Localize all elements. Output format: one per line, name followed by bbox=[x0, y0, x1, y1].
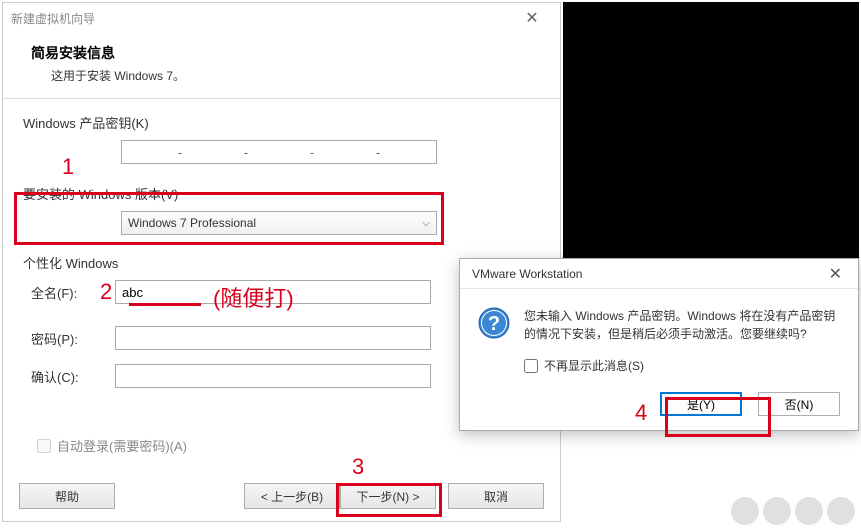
dialog-titlebar: VMware Workstation ✕ bbox=[460, 259, 858, 289]
version-select[interactable]: Windows 7 Professional ⌵ bbox=[121, 211, 437, 235]
dialog-text: 您未输入 Windows 产品密钥。Windows 将在没有产品密钥的情况下安装… bbox=[524, 307, 842, 343]
fullname-label: 全名(F): bbox=[23, 283, 115, 302]
password-input[interactable] bbox=[115, 326, 431, 350]
confirm-input[interactable] bbox=[115, 364, 431, 388]
help-button[interactable]: 帮助 bbox=[19, 483, 115, 509]
auto-login-row: 自动登录(需要密码)(A) bbox=[23, 436, 540, 455]
wizard-header-subtitle: 这用于安装 Windows 7。 bbox=[51, 67, 540, 84]
product-key-input[interactable]: - - - - bbox=[121, 140, 437, 164]
confirm-label: 确认(C): bbox=[23, 367, 115, 386]
suppress-checkbox[interactable] bbox=[524, 359, 538, 373]
dialog-footer: 是(Y) 否(N) bbox=[460, 382, 858, 430]
wizard-header: 简易安装信息 这用于安装 Windows 7。 bbox=[3, 33, 560, 99]
auto-login-label: 自动登录(需要密码)(A) bbox=[57, 436, 187, 455]
auto-login-checkbox bbox=[37, 439, 51, 453]
no-button[interactable]: 否(N) bbox=[758, 392, 840, 416]
wizard-header-title: 简易安装信息 bbox=[31, 43, 540, 63]
svg-text:?: ? bbox=[488, 313, 500, 335]
dialog-title: VMware Workstation bbox=[472, 267, 582, 281]
wizard-titlebar: 新建虚拟机向导 ✕ bbox=[3, 3, 560, 33]
close-icon[interactable]: ✕ bbox=[821, 264, 850, 284]
dialog-body: ? 您未输入 Windows 产品密钥。Windows 将在没有产品密钥的情况下… bbox=[460, 289, 858, 353]
close-icon[interactable]: ✕ bbox=[512, 8, 552, 28]
next-button[interactable]: 下一步(N) > bbox=[340, 483, 436, 509]
version-value: Windows 7 Professional bbox=[128, 216, 256, 230]
chevron-down-icon: ⌵ bbox=[422, 218, 430, 229]
cancel-button[interactable]: 取消 bbox=[448, 483, 544, 509]
suppress-row: 不再显示此消息(S) bbox=[460, 353, 858, 382]
wizard-footer: 帮助 < 上一步(B) 下一步(N) > 取消 bbox=[3, 475, 560, 521]
watermark bbox=[731, 497, 855, 525]
back-button[interactable]: < 上一步(B) bbox=[244, 483, 340, 509]
password-label: 密码(P): bbox=[23, 329, 115, 348]
question-icon: ? bbox=[478, 307, 510, 339]
wizard-title: 新建虚拟机向导 bbox=[11, 10, 95, 27]
background-preview-panel bbox=[563, 2, 859, 267]
suppress-label: 不再显示此消息(S) bbox=[544, 357, 644, 374]
fullname-input[interactable] bbox=[115, 280, 431, 304]
confirm-dialog: VMware Workstation ✕ ? 您未输入 Windows 产品密钥… bbox=[459, 258, 859, 431]
version-label: 要安装的 Windows 版本(V) bbox=[23, 184, 540, 203]
yes-button[interactable]: 是(Y) bbox=[660, 392, 742, 416]
product-key-label: Windows 产品密钥(K) bbox=[23, 113, 540, 132]
